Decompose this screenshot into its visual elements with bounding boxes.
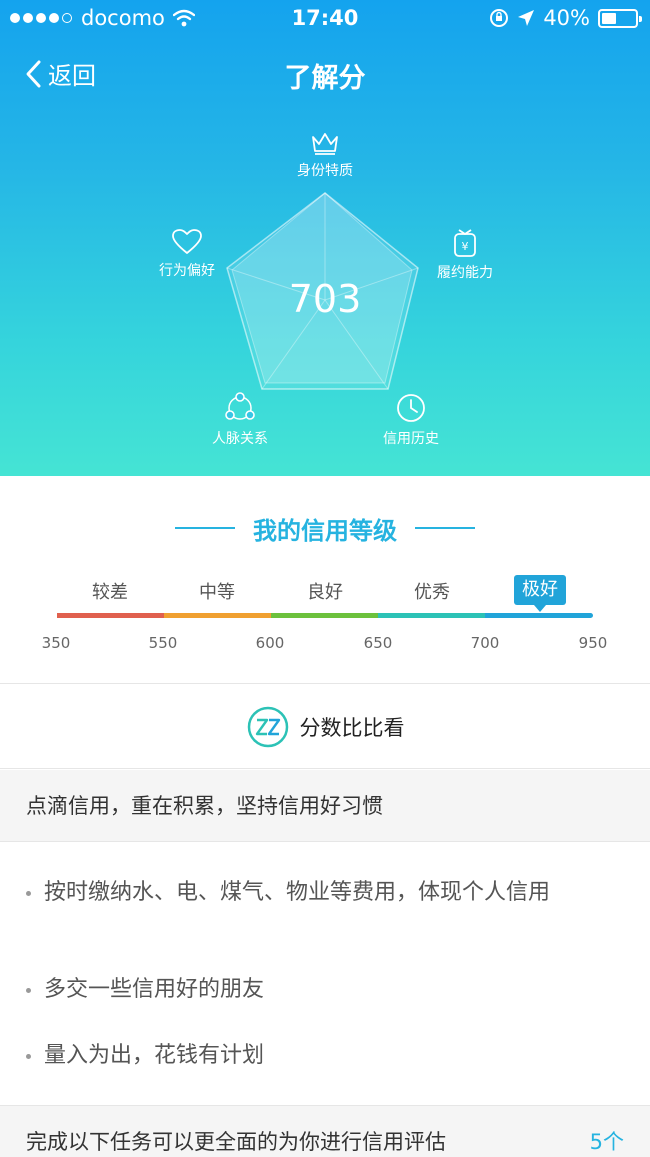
dimension-label: 人脉关系 [212, 431, 268, 447]
battery-icon [598, 8, 642, 28]
level-bar-segment [378, 613, 485, 618]
grade-fair: 中等 [199, 582, 235, 603]
dimension-connections: 人脉关系 [195, 392, 285, 448]
tick-label: 550 [148, 634, 178, 652]
compare-label: 分数比比看 [299, 715, 405, 740]
tips-header: 点滴信用，重在积累，坚持信用好习惯 [0, 770, 650, 842]
level-bar-segment [485, 613, 593, 618]
tasks-count: 5个 [589, 1130, 624, 1154]
grade-good: 良好 [307, 582, 343, 603]
tick-label: 600 [255, 634, 285, 652]
level-bar-segment [271, 613, 378, 618]
tips-header-text: 点滴信用，重在积累，坚持信用好习惯 [26, 794, 383, 818]
level-bar-segment [57, 613, 164, 618]
hero-header: docomo 17:40 40% 返回 了解分 703 身份特质 ¥ 履约能力 … [0, 0, 650, 476]
tasks-row[interactable]: 完成以下任务可以更全面的为你进行信用评估 5个 [0, 1105, 650, 1157]
tasks-text: 完成以下任务可以更全面的为你进行信用评估 [26, 1130, 446, 1154]
tick-label: 700 [470, 634, 500, 652]
tick-label: 950 [578, 634, 608, 652]
dimension-identity: 身份特质 [280, 130, 370, 180]
dimension-behavior: 行为偏好 [142, 228, 232, 280]
grade-excellent-active: 极好 [514, 575, 566, 612]
location-arrow-icon [518, 10, 535, 26]
dimension-label: 行为偏好 [159, 263, 215, 279]
grade-very-good: 优秀 [414, 582, 450, 603]
compare-logo-icon [247, 706, 288, 747]
clock-icon [397, 394, 425, 422]
score-compare-button[interactable]: 分数比比看 [0, 685, 650, 769]
list-item: 按时缴纳水、电、煤气、物业等费用，体现个人信用 [26, 877, 620, 909]
orientation-lock-icon [490, 9, 509, 27]
level-bar-segment [164, 613, 271, 618]
list-item: 多交一些信用好的朋友 [26, 974, 620, 1006]
money-bag-icon: ¥ [454, 229, 476, 257]
credit-score: 703 [288, 277, 362, 321]
battery-percent: 40% [543, 6, 590, 30]
grade-poor: 较差 [92, 582, 128, 603]
tick-label: 350 [41, 634, 71, 652]
dimension-history: 信用历史 [366, 392, 456, 448]
level-title-row: 我的信用等级 [0, 510, 650, 546]
list-item: 量入为出，花钱有计划 [26, 1040, 620, 1072]
nav-bar: 返回 了解分 [0, 52, 650, 96]
divider [175, 527, 235, 529]
dimension-label: 信用历史 [383, 431, 439, 447]
tick-label: 650 [363, 634, 393, 652]
svg-text:¥: ¥ [462, 240, 469, 253]
dimension-fulfillment: ¥ 履约能力 [420, 228, 510, 282]
credit-level-section: 我的信用等级 较差 中等 良好 优秀 极好 350 550 600 650 70… [0, 476, 650, 684]
network-icon [225, 392, 255, 420]
crown-icon [312, 133, 338, 155]
page-title: 了解分 [284, 63, 366, 94]
status-bar: docomo 17:40 40% [0, 0, 650, 38]
dimension-label: 履约能力 [437, 265, 493, 281]
heart-icon [172, 229, 202, 254]
level-title: 我的信用等级 [253, 516, 397, 545]
tips-list: 按时缴纳水、电、煤气、物业等费用，体现个人信用 多交一些信用好的朋友 量入为出，… [0, 843, 650, 1105]
divider [415, 527, 475, 529]
dimension-label: 身份特质 [297, 163, 353, 179]
